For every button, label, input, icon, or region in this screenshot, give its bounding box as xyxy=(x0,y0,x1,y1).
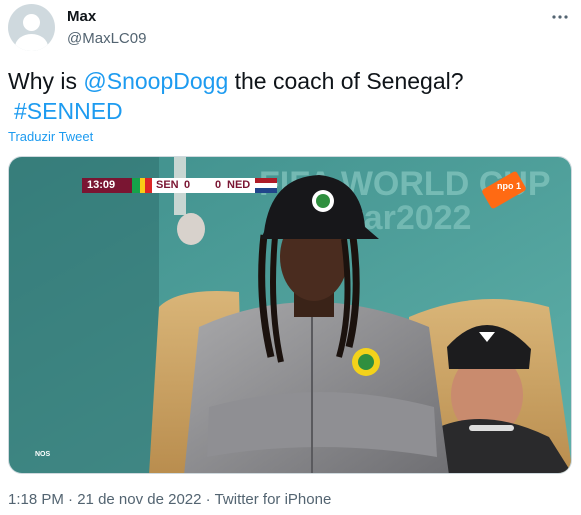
tweet-time[interactable]: 1:18 PM xyxy=(8,491,64,508)
meta-separator: · xyxy=(201,491,215,508)
channel-badge-text: npo 1 xyxy=(497,181,521,191)
scoreboard-home-team: SEN xyxy=(156,179,179,191)
avatar-body-shape xyxy=(15,34,48,51)
tweet-text-suffix: the coach of Senegal? xyxy=(228,68,464,94)
author-display-name[interactable]: Max xyxy=(67,8,96,25)
tweet-metadata: 1:18 PM · 21 de nov de 2022 · Twitter fo… xyxy=(8,491,331,508)
tweet-text: Why is @SnoopDogg the coach of Senegal? … xyxy=(8,66,568,126)
scoreboard-away-score: 0 xyxy=(215,179,222,191)
tweet-date[interactable]: 21 de nov de 2022 xyxy=(77,491,201,508)
tweet-media-image[interactable]: FIFA WORLD CUP Qatar2022 13:09 SEN 0 0 N… xyxy=(8,156,572,474)
mention-link[interactable]: @SnoopDogg xyxy=(83,68,228,94)
tweet-text-prefix: Why is xyxy=(8,68,84,94)
author-handle[interactable]: @MaxLC09 xyxy=(67,30,146,47)
broadcaster-watermark: NOS xyxy=(35,451,51,458)
avatar[interactable] xyxy=(8,4,55,51)
scoreboard-away-team: NED xyxy=(227,179,251,191)
meta-separator: · xyxy=(63,491,78,508)
media-photo: FIFA WORLD CUP Qatar2022 xyxy=(9,157,571,473)
scoreboard-home-score: 0 xyxy=(184,179,191,191)
tweet-client[interactable]: Twitter for iPhone xyxy=(215,491,332,508)
scoreboard-time: 13:09 xyxy=(87,179,116,191)
more-horizontal-icon[interactable] xyxy=(549,6,571,28)
translate-tweet-link[interactable]: Traduzir Tweet xyxy=(8,129,93,144)
avatar-head-shape xyxy=(23,14,40,31)
hashtag-link[interactable]: #SENNED xyxy=(14,98,123,124)
